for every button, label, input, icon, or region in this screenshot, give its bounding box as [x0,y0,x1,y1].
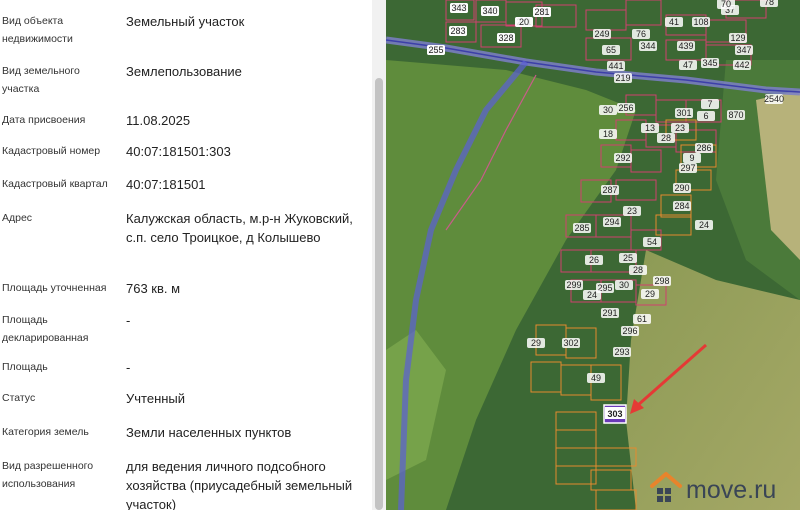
plot-number-label: 13 [645,123,655,133]
moveru-watermark: move.ru [648,462,798,508]
plot-number-label: 255 [428,45,443,55]
field-value: Калужская область, м.р-н Жуковский, с.п.… [126,211,353,245]
plot-number-label: 345 [702,58,717,68]
plot-number-label: 78 [764,0,774,7]
plot-number-label: 298 [654,276,669,286]
property-details-panel: Вид объекта недвижимости Земельный участ… [0,0,370,510]
field-value: 11.08.2025 [126,113,191,128]
plot-number-label: 24 [587,290,597,300]
plot-number-label: 47 [683,60,693,70]
field-label: Вид объекта недвижимости [2,15,73,45]
plot-number-label: 294 [604,217,619,227]
field-label: Дата присвоения [2,114,86,126]
plot-number-label: 291 [602,308,617,318]
plot-number-label: 343 [451,3,466,13]
plot-number-label: 219 [615,73,630,83]
plot-number-label: 30 [603,105,613,115]
plot-number-label: 442 [734,60,749,70]
plot-number-label: 256 [618,103,633,113]
plot-number-label: 2540 [764,94,784,104]
satellite-map-image: 303 491254824725124134624965763444391293… [386,0,800,510]
plot-number-label: 28 [661,133,671,143]
plot-number-label: 24 [699,220,709,230]
plot-number-label: 293 [614,347,629,357]
plot-number-label: 290 [674,183,689,193]
plot-number-label: 108 [693,17,708,27]
field-value: Земельный участок [126,14,245,29]
field-label: Кадастровый квартал [2,178,108,190]
field-value: Земли населенных пунктов [126,425,292,440]
field-label: Площадь уточненная [2,282,107,294]
plot-number-label: 301 [676,108,691,118]
plot-number-label: 439 [678,41,693,51]
field-value: для ведения личного подсобного хозяйства… [126,459,353,510]
window-icon [665,488,671,494]
plot-number-label: 23 [675,123,685,133]
field-label: Вид земельного участка [2,65,80,95]
plot-number-label: 287 [602,185,617,195]
plot-number-label: 129 [730,33,745,43]
plot-number-label: 18 [603,129,613,139]
field-label: Кадастровый номер [2,145,101,157]
cadastral-map[interactable]: 303 491254824725124134624965763444391293… [386,0,800,510]
plot-number-label: 299 [566,280,581,290]
field-value: - [126,360,131,375]
window-icon [657,496,663,502]
plot-number-label: 30 [619,280,629,290]
plot-number-label: 302 [563,338,578,348]
plot-number-label: 286 [696,143,711,153]
plot-number-label: 9 [689,153,694,163]
plot-number-label: 76 [636,29,646,39]
highlighted-plot-label: 303 [607,409,622,419]
plot-number-label: 297 [680,163,695,173]
plot-number-label: 344 [640,41,655,51]
watermark-text: move.ru [686,476,776,504]
field-value: 763 кв. м [126,281,181,296]
scrollbar-thumb[interactable] [375,78,383,510]
field-value: - [126,313,131,328]
window-icon [657,488,663,494]
plot-number-label: 870 [728,110,743,120]
field-value: Землепользование [126,64,242,79]
plot-number-label: 25 [623,253,633,263]
field-label: Вид разрешенного использования [2,460,94,490]
panel-scrollbar[interactable] [372,0,386,510]
plot-number-label: 284 [674,201,689,211]
plot-number-label: 249 [594,29,609,39]
plot-number-label: 328 [498,33,513,43]
watermark-graphic: move.ru [650,472,776,504]
field-label: Категория земель [2,426,89,438]
field-value: 40:07:181501:303 [126,144,231,159]
plot-number-label: 292 [615,153,630,163]
plot-number-label: 283 [450,26,465,36]
plot-number-label: 20 [519,17,529,27]
plot-number-label: 61 [637,314,647,324]
field-label: Статус [2,392,36,404]
plot-number-label: 29 [531,338,541,348]
plot-number-label: 340 [482,6,497,16]
plot-number-label: 54 [647,237,657,247]
plot-number-label: 70 [721,0,731,9]
field-label: Площадь [2,361,48,373]
plot-number-label: 7 [707,99,712,109]
plot-number-label: 441 [608,61,623,71]
field-label: Площадь декларированная [2,314,89,344]
plot-number-label: 347 [736,45,751,55]
field-value: Учтенный [126,391,186,406]
plot-number-label: 6 [703,111,708,121]
plot-number-label: 296 [622,326,637,336]
plot-number-label: 65 [606,45,616,55]
field-value: 40:07:181501 [126,177,206,192]
plot-number-label: 281 [534,7,549,17]
plot-number-label: 49 [591,373,601,383]
plot-number-label: 41 [669,17,679,27]
plot-number-label: 285 [574,223,589,233]
window-icon [665,496,671,502]
plot-number-label: 28 [633,265,643,275]
house-icon [650,472,682,488]
plot-number-label: 23 [627,206,637,216]
field-label: Адрес [2,212,33,224]
plot-number-label: 26 [589,255,599,265]
plot-number-label: 29 [645,289,655,299]
